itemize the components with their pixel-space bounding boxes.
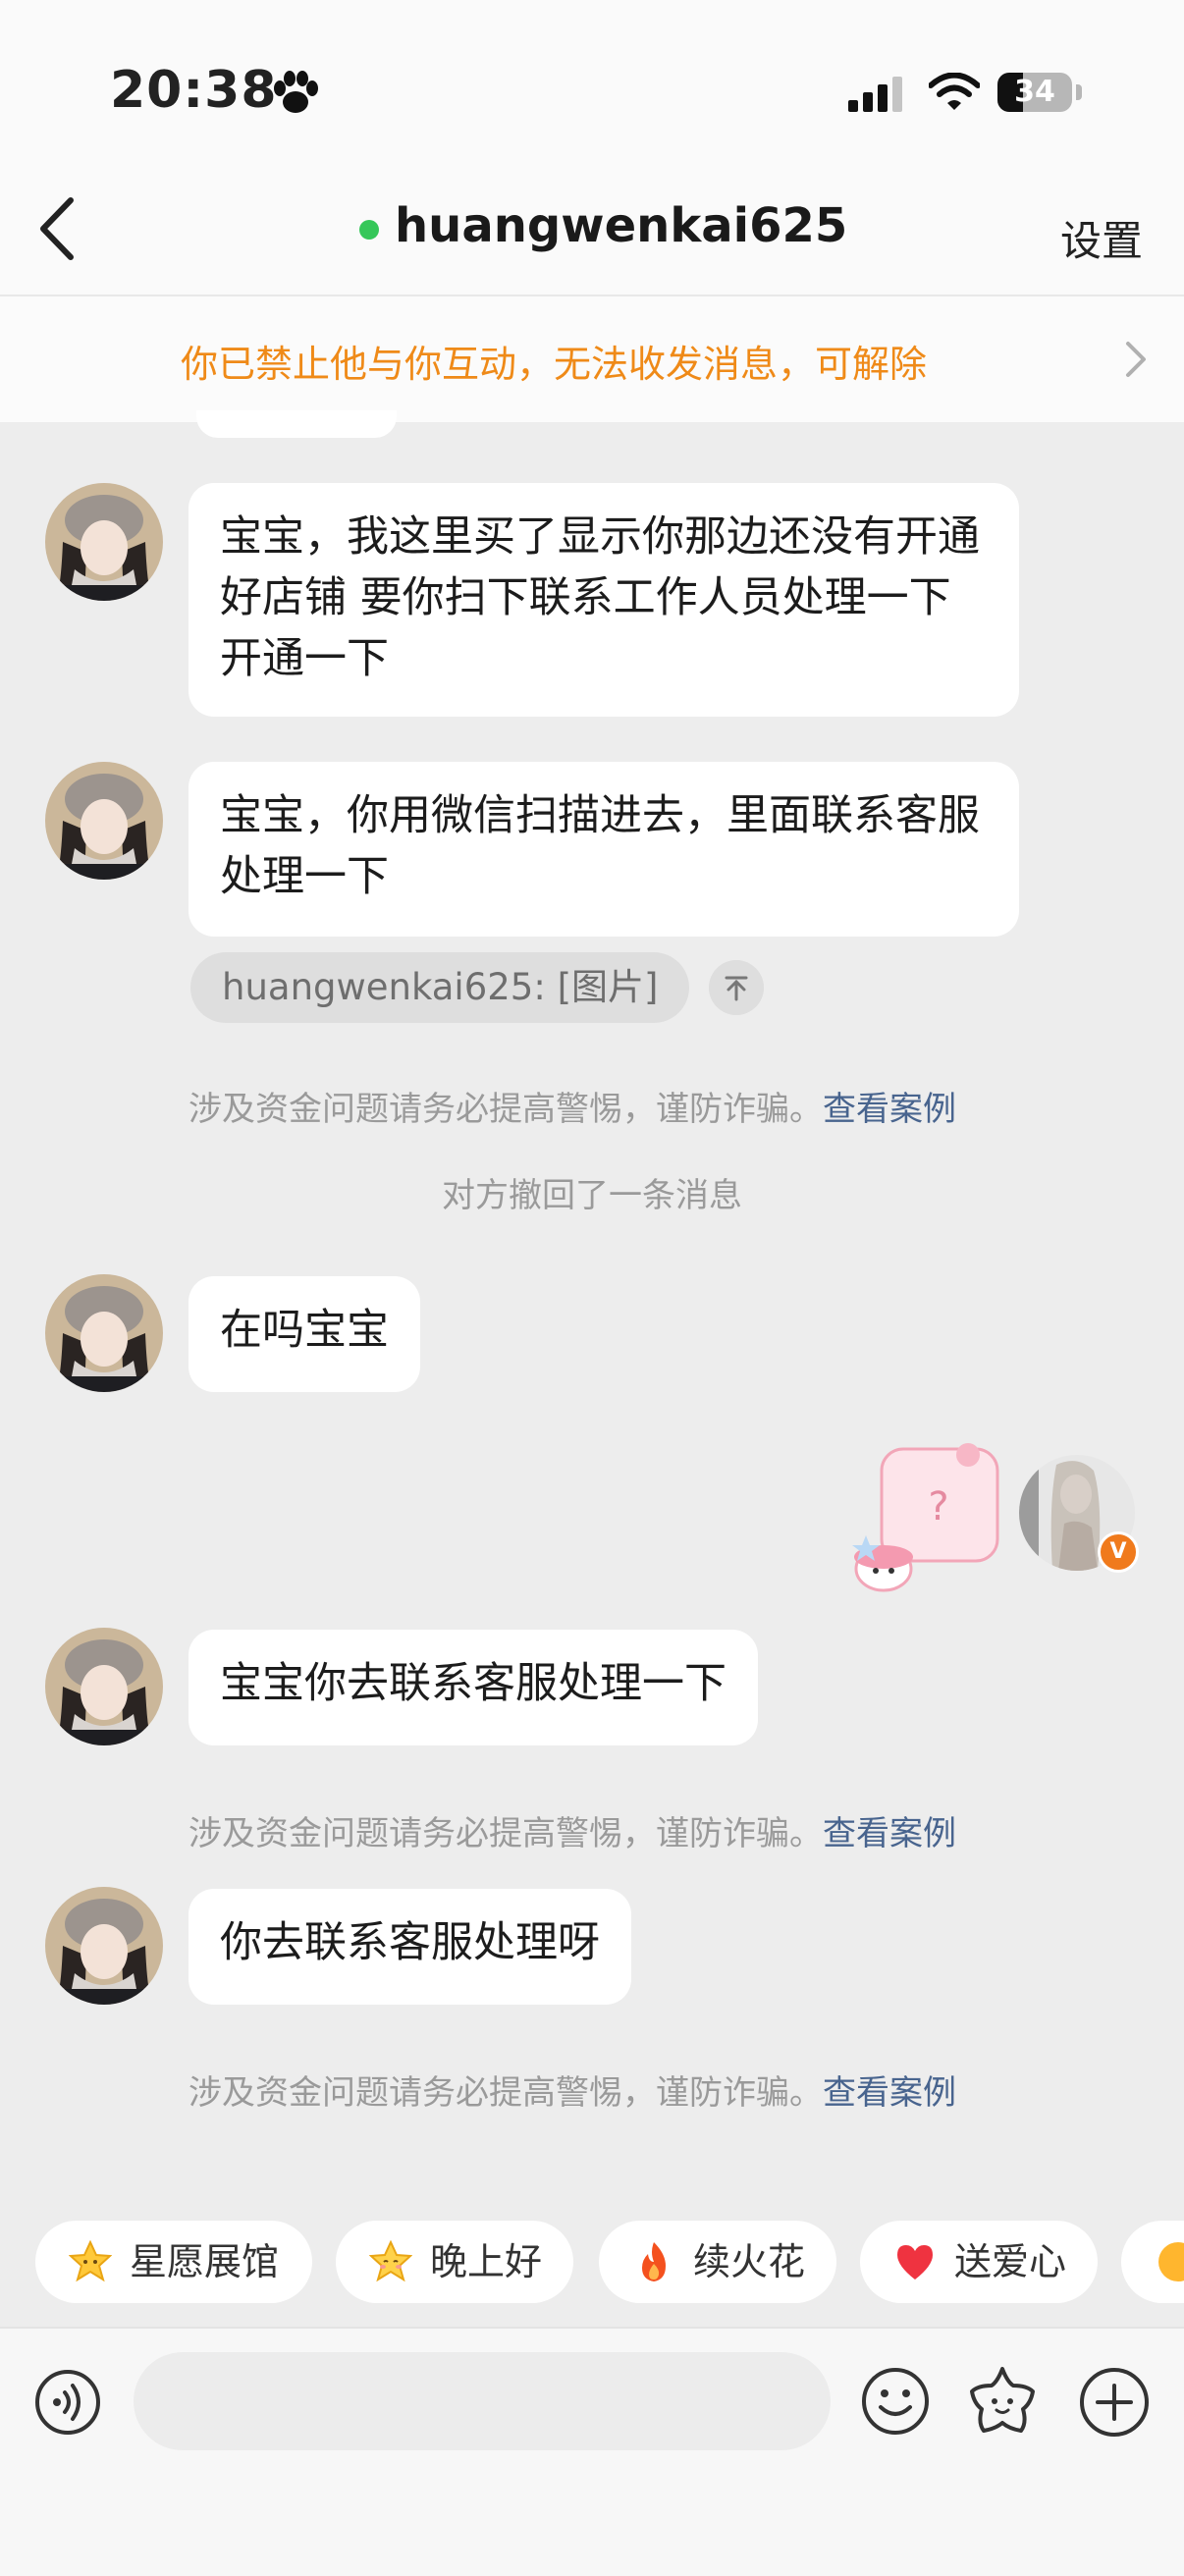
plus-button[interactable] — [1078, 2366, 1151, 2439]
voice-input-button[interactable] — [33, 2368, 102, 2437]
fraud-notice-text: 涉及资金问题请务必提高警惕，谨防诈骗。 — [188, 1814, 823, 1853]
quick-reply-chip[interactable]: 晚上好 — [336, 2221, 573, 2303]
recall-notice: 对方撤回了一条消息 — [442, 1176, 742, 1215]
message-bubble[interactable]: 你去联系客服处理呀 — [188, 1889, 631, 2005]
message-bubble[interactable]: 宝宝，我这里买了显示你那边还没有开通好店铺 要你扫下联系工作人员处理一下开通一下 — [188, 483, 1019, 717]
wifi-icon — [929, 73, 980, 110]
quick-reply-label: 星愿展馆 — [130, 2240, 280, 2283]
heart-icon — [897, 2245, 933, 2280]
quick-reply-chip-partial[interactable] — [1121, 2221, 1184, 2303]
message-bubble[interactable]: 宝宝，你用微信扫描进去，里面联系客服处理一下 — [188, 762, 1019, 937]
paw-icon — [274, 71, 318, 113]
sender-avatar[interactable] — [45, 1274, 163, 1392]
sender-avatar[interactable] — [45, 1628, 163, 1745]
blocked-banner-text: 你已禁止他与你互动，无法收发消息，可解除 — [181, 343, 928, 386]
chevron-right-icon — [1126, 342, 1146, 377]
fraud-notice-text: 涉及资金问题请务必提高警惕，谨防诈骗。 — [188, 1090, 823, 1129]
sticker-question-mark: ? — [928, 1484, 948, 1530]
verified-badge: V — [1098, 1531, 1139, 1573]
fraud-notice-text: 涉及资金问题请务必提高警惕，谨防诈骗。 — [188, 2073, 823, 2113]
star-icon — [69, 2240, 112, 2282]
quick-reply-label: 晚上好 — [430, 2240, 543, 2283]
emoji-button[interactable] — [860, 2366, 931, 2437]
view-cases-link[interactable]: 查看案例 — [823, 1814, 956, 1853]
image-reference-chip[interactable]: huangwenkai625: [图片] — [190, 952, 690, 1023]
coin-icon — [1158, 2242, 1184, 2281]
message-bubble[interactable]: 宝宝你去联系客服处理一下 — [188, 1630, 758, 1745]
sticker-star-button[interactable] — [966, 2364, 1039, 2437]
fire-icon — [642, 2242, 666, 2281]
fraud-notice: 涉及资金问题请务必提高警惕，谨防诈骗。查看案例 — [188, 1806, 956, 1854]
online-status-dot — [359, 220, 379, 240]
quick-reply-chip[interactable]: 送爱心 — [860, 2221, 1098, 2303]
message-input[interactable] — [134, 2352, 831, 2450]
sticker-message[interactable]: ? — [840, 1441, 1009, 1596]
quick-reply-chip[interactable]: 星愿展馆 — [35, 2221, 312, 2303]
cellular-signal-icon — [848, 77, 902, 112]
quick-reply-label: 续火花 — [693, 2240, 806, 2283]
chat-title: huangwenkai625 — [395, 198, 848, 253]
sender-avatar[interactable] — [45, 762, 163, 880]
quick-reply-chip[interactable]: 续火花 — [599, 2221, 836, 2303]
fraud-notice: 涉及资金问题请务必提高警惕，谨防诈骗。查看案例 — [188, 1082, 956, 1130]
sender-avatar[interactable] — [45, 483, 163, 601]
star-face-icon — [369, 2240, 412, 2282]
message-bubble-partial — [196, 410, 397, 438]
fraud-notice: 涉及资金问题请务必提高警惕，谨防诈骗。查看案例 — [188, 2066, 956, 2114]
view-cases-link[interactable]: 查看案例 — [823, 1090, 956, 1129]
sender-avatar[interactable] — [45, 1887, 163, 2005]
settings-button[interactable]: 设置 — [1060, 208, 1143, 268]
battery-percentage: 34 — [1014, 75, 1055, 109]
back-button[interactable] — [29, 194, 88, 263]
pin-icon[interactable] — [709, 960, 764, 1015]
quick-reply-label: 送爱心 — [954, 2240, 1067, 2283]
status-time: 20:38 — [110, 61, 278, 120]
battery-icon: 34 — [997, 73, 1072, 112]
message-bubble[interactable]: 在吗宝宝 — [188, 1276, 420, 1392]
battery-tip — [1076, 84, 1082, 100]
view-cases-link[interactable]: 查看案例 — [823, 2073, 956, 2113]
